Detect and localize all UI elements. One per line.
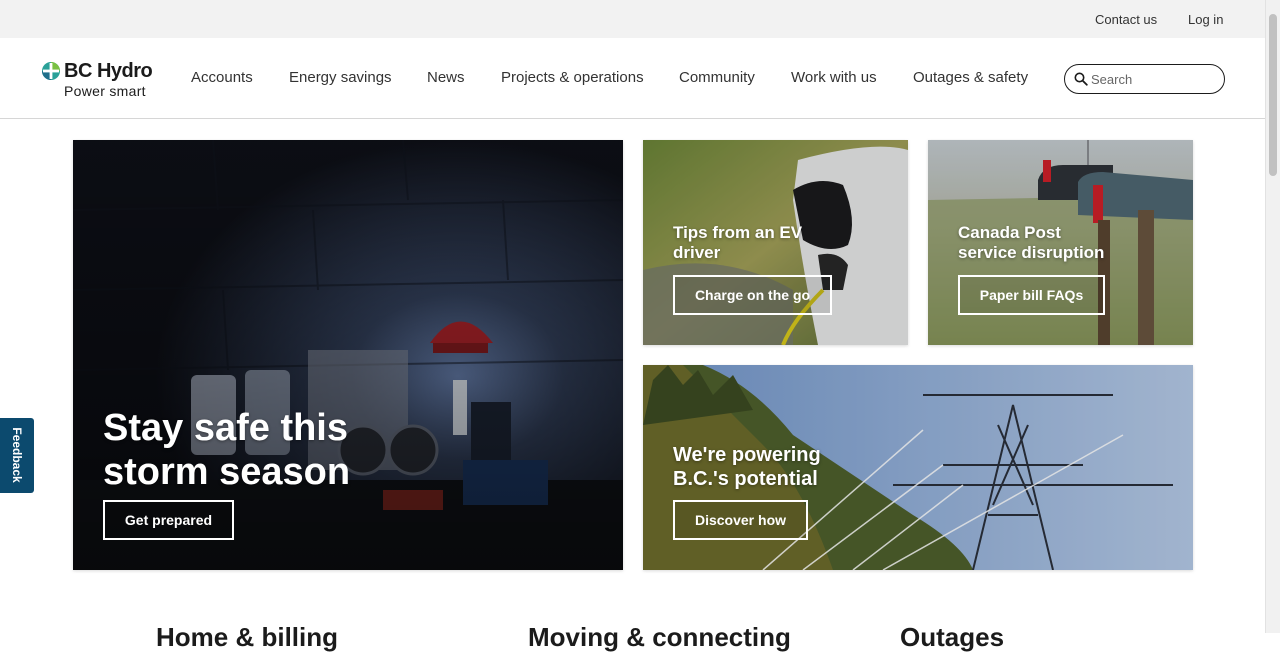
feedback-label: Feedback (10, 427, 24, 483)
paper-bill-faqs-button[interactable]: Paper bill FAQs (958, 275, 1105, 315)
section-heading-moving-connecting: Moving & connecting (528, 622, 791, 652)
page-scrollbar[interactable] (1265, 0, 1280, 633)
bc-hydro-logo[interactable]: BC Hydro Power smart (40, 60, 160, 100)
storm-card-title: Stay safe this storm season (103, 407, 351, 493)
storm-season-card[interactable]: Stay safe this storm season Get prepared (73, 140, 623, 570)
ev-driver-card[interactable]: Tips from an EV driver Charge on the go (643, 140, 908, 345)
nav-community[interactable]: Community (679, 69, 755, 86)
powering-card-title: We're powering B.C.'s potential (673, 444, 821, 490)
log-in-link[interactable]: Log in (1188, 12, 1223, 27)
brand-tagline: Power smart (64, 83, 146, 99)
utility-bar: Contact us Log in (0, 0, 1265, 38)
canada-post-card-title: Canada Post service disruption (958, 223, 1105, 262)
nav-work-with-us[interactable]: Work with us (791, 69, 877, 86)
search-box[interactable] (1064, 64, 1225, 94)
brand-name: BC Hydro (64, 60, 153, 82)
search-icon (1074, 72, 1088, 86)
nav-news[interactable]: News (427, 69, 465, 86)
discover-how-button[interactable]: Discover how (673, 500, 808, 540)
bc-hydro-logo-icon (42, 62, 60, 80)
feedback-tab[interactable]: Feedback (0, 418, 34, 493)
charge-on-the-go-button[interactable]: Charge on the go (673, 275, 832, 315)
canada-post-card[interactable]: Canada Post service disruption Paper bil… (928, 140, 1193, 345)
get-prepared-button[interactable]: Get prepared (103, 500, 234, 540)
section-heading-outages: Outages (900, 622, 1005, 652)
contact-us-link[interactable]: Contact us (1095, 12, 1157, 27)
scrollbar-thumb[interactable] (1269, 14, 1277, 176)
nav-accounts[interactable]: Accounts (191, 69, 253, 86)
nav-energy-savings[interactable]: Energy savings (289, 69, 392, 86)
search-input[interactable] (1091, 70, 1217, 88)
site-header: BC Hydro Power smart Accounts Energy sav… (0, 38, 1265, 119)
ev-card-title: Tips from an EV driver (673, 223, 803, 262)
section-heading-home-billing: Home & billing (156, 622, 338, 652)
nav-outages-safety[interactable]: Outages & safety (913, 69, 1028, 86)
nav-projects-operations[interactable]: Projects & operations (501, 69, 644, 86)
powering-potential-card[interactable]: We're powering B.C.'s potential Discover… (643, 365, 1193, 570)
